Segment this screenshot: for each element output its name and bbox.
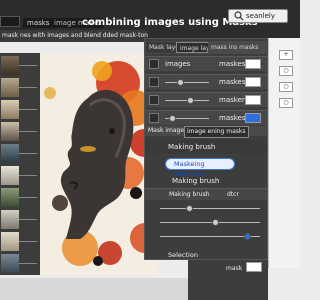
layer-row[interactable]: maskes bbox=[145, 74, 267, 89]
selection-label[interactable]: Selection bbox=[168, 250, 198, 260]
mask-swatch[interactable] bbox=[245, 113, 261, 123]
app-menu-button[interactable] bbox=[0, 16, 20, 27]
portrait-artwork bbox=[40, 53, 157, 275]
thumbnail-slot bbox=[19, 65, 37, 66]
visibility-icon[interactable] bbox=[149, 113, 159, 123]
thumbnail[interactable] bbox=[1, 56, 19, 75]
thumbnail[interactable] bbox=[1, 78, 19, 97]
mask-swatch[interactable] bbox=[245, 77, 261, 87]
bottom-mask-swatch[interactable] bbox=[246, 262, 262, 272]
thumbnail-slot bbox=[19, 241, 37, 242]
layer-mask-label: maskes bbox=[219, 78, 246, 86]
page-title: combining images using Masks bbox=[82, 17, 258, 28]
thumbnail-slot bbox=[19, 175, 37, 176]
slider-handle[interactable] bbox=[177, 79, 184, 86]
thumbnail-slot bbox=[19, 153, 37, 154]
thumbnail[interactable] bbox=[1, 210, 19, 229]
layer-name: images bbox=[165, 60, 191, 68]
slider-handle[interactable] bbox=[212, 219, 219, 226]
toolbar-button[interactable]: ○ bbox=[279, 98, 293, 108]
slider-handle[interactable] bbox=[186, 205, 193, 212]
thumbnail-slot bbox=[19, 87, 37, 88]
slider-handle[interactable] bbox=[187, 97, 194, 104]
thumbnail-slot bbox=[19, 263, 37, 264]
opacity-slider[interactable] bbox=[165, 82, 209, 83]
filmstrip bbox=[0, 53, 40, 275]
brush-value: dtcr bbox=[227, 191, 239, 198]
bottom-mask-label: mask bbox=[226, 265, 243, 272]
brush-hardness-slider[interactable] bbox=[160, 222, 260, 223]
thumbnail-slot bbox=[19, 197, 37, 198]
tab-masks[interactable]: masks bbox=[23, 18, 54, 28]
layer-row[interactable]: images maskes bbox=[145, 56, 267, 71]
subtitle: mask nes with images and blend dded mask… bbox=[2, 32, 148, 39]
thumbnail[interactable] bbox=[1, 166, 19, 185]
toolbar-button[interactable]: ○ bbox=[279, 66, 293, 76]
layer-row[interactable]: maskes bbox=[145, 110, 267, 125]
masking-selection-button[interactable]: Maskeing selection... bbox=[165, 158, 235, 178]
section-tab-image-ening[interactable]: image ening masks bbox=[184, 126, 249, 138]
thumbnail-slot bbox=[19, 131, 37, 132]
visibility-icon[interactable] bbox=[149, 59, 159, 69]
thumbnail[interactable] bbox=[1, 122, 19, 141]
layer-mask-label: maskes bbox=[219, 60, 246, 68]
slider-handle[interactable] bbox=[169, 115, 176, 122]
toolbar-button[interactable]: + bbox=[279, 50, 293, 60]
layer-mask-label: maskes bbox=[219, 114, 246, 122]
thumbnail[interactable] bbox=[1, 188, 19, 207]
search-value: seanlely bbox=[246, 12, 276, 20]
making-brush-label-2: Making brush bbox=[172, 177, 220, 185]
bottom-strip bbox=[0, 278, 190, 300]
image-canvas[interactable] bbox=[40, 53, 157, 275]
search-icon bbox=[234, 11, 244, 21]
visibility-icon[interactable] bbox=[149, 77, 159, 87]
layer-row[interactable]: masken bbox=[145, 92, 267, 107]
thumbnail[interactable] bbox=[1, 232, 19, 251]
mask-swatch[interactable] bbox=[245, 95, 261, 105]
brush-row-label: Making brush bbox=[169, 191, 210, 198]
layer-mask-label: masken bbox=[219, 96, 247, 104]
brush-size-slider[interactable] bbox=[160, 208, 260, 209]
thumbnail-slot bbox=[19, 109, 37, 110]
visibility-icon[interactable] bbox=[149, 95, 159, 105]
thumbnail-slot bbox=[19, 219, 37, 220]
thumbnail[interactable] bbox=[1, 254, 19, 273]
section-title-mask-image[interactable]: Mask image bbox=[148, 126, 184, 136]
thumbnail[interactable] bbox=[1, 100, 19, 119]
making-brush-label: Making brush bbox=[168, 143, 216, 151]
mask-swatch[interactable] bbox=[245, 59, 261, 69]
toolbar-button[interactable]: ○ bbox=[279, 82, 293, 92]
thumbnail[interactable] bbox=[1, 144, 19, 163]
brush-settings-row[interactable]: Making brush dtcr bbox=[145, 188, 267, 200]
slider-handle[interactable] bbox=[244, 233, 251, 240]
tab-mass-ins-masks[interactable]: mass ins masks bbox=[208, 42, 262, 53]
